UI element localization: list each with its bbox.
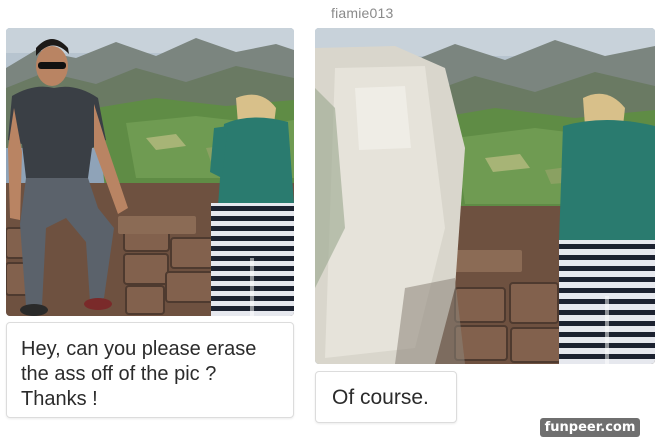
request-message-text: Hey, can you please erase the ass off of… bbox=[21, 337, 281, 412]
reply-message-text: Of course. bbox=[332, 386, 429, 409]
request-line-2: the ass off of the pic ? bbox=[21, 363, 217, 385]
username[interactable]: fiamie013 bbox=[331, 5, 394, 21]
watermark-badge: funpeer.com bbox=[540, 418, 640, 437]
request-line-3: Thanks ! bbox=[21, 388, 98, 410]
edited-photo bbox=[315, 28, 655, 364]
request-message-bubble: Hey, can you please erase the ass off of… bbox=[6, 322, 294, 418]
woman-figure bbox=[559, 93, 655, 364]
reply-message-bubble: Of course. bbox=[315, 371, 457, 423]
woman-figure bbox=[210, 94, 294, 316]
original-photo bbox=[6, 28, 294, 316]
edited-photo-scene bbox=[315, 28, 655, 364]
request-line-1: Hey, can you please erase bbox=[21, 338, 257, 360]
original-photo-scene bbox=[6, 28, 294, 316]
